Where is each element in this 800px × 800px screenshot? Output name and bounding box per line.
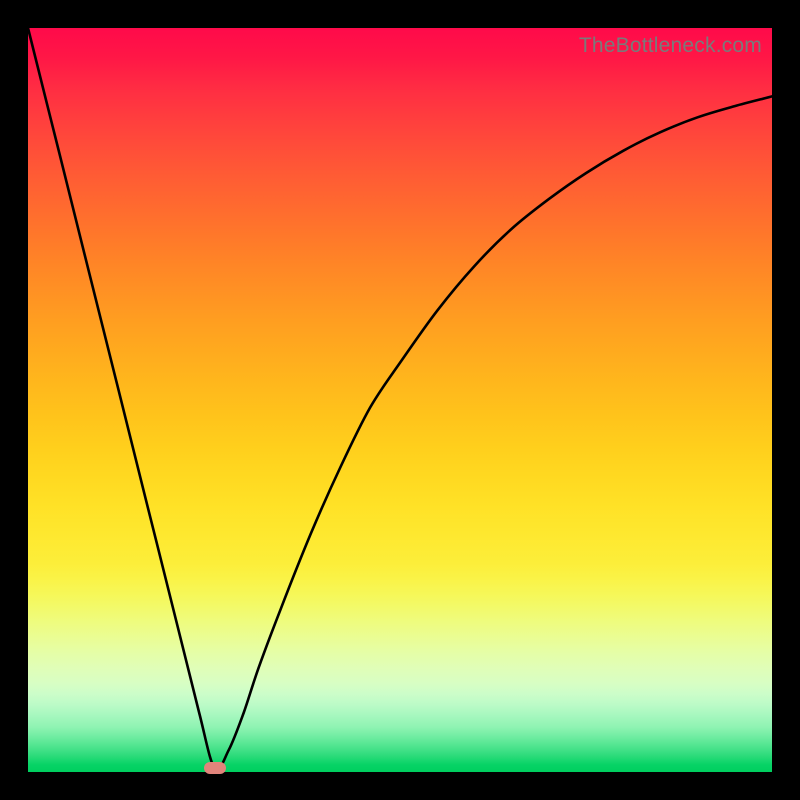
bottleneck-curve xyxy=(28,28,772,772)
plot-area: TheBottleneck.com xyxy=(28,28,772,772)
chart-frame: TheBottleneck.com xyxy=(0,0,800,800)
minimum-marker xyxy=(204,762,226,774)
